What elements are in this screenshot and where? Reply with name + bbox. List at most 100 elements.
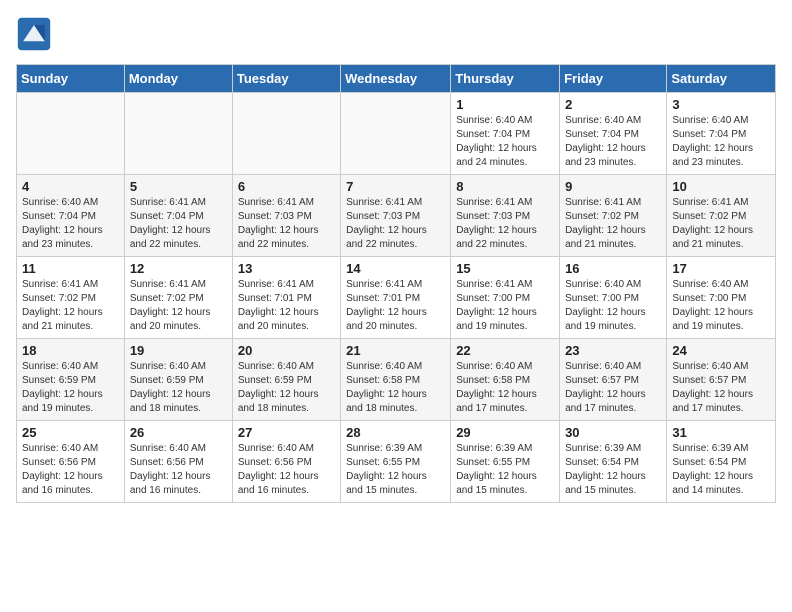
calendar-week-row: 25Sunrise: 6:40 AM Sunset: 6:56 PM Dayli… bbox=[17, 421, 776, 503]
calendar-cell: 13 Sunrise: 6:41 AM Sunset: 7:01 PM Dayli… bbox=[232, 257, 340, 339]
day-number: 29 bbox=[456, 425, 554, 440]
day-number: 7 bbox=[346, 179, 445, 194]
day-number: 30 bbox=[565, 425, 661, 440]
day-info: Sunrise: 6:41 AM Sunset: 7:02 PM Dayligh… bbox=[130, 278, 227, 334]
day-info: Sunrise: 6:40 AM Sunset: 6:56 PM Dayligh… bbox=[238, 442, 335, 498]
day-number: 18 bbox=[22, 343, 119, 358]
day-number: 20 bbox=[238, 343, 335, 358]
day-info: Sunrise: 6:41 AM Sunset: 7:03 PM Dayligh… bbox=[346, 196, 445, 252]
day-info: Sunrise: 6:40 AM Sunset: 6:56 PM Dayligh… bbox=[130, 442, 227, 498]
calendar-cell: 4 Sunrise: 6:40 AM Sunset: 7:04 PM Daylig… bbox=[17, 175, 125, 257]
day-info: Sunrise: 6:40 AM Sunset: 7:00 PM Dayligh… bbox=[565, 278, 661, 334]
calendar-cell: 31Sunrise: 6:39 AM Sunset: 6:54 PM Dayli… bbox=[667, 421, 776, 503]
calendar-cell: 9 Sunrise: 6:41 AM Sunset: 7:02 PM Daylig… bbox=[560, 175, 667, 257]
calendar-cell: 10 Sunrise: 6:41 AM Sunset: 7:02 PM Dayli… bbox=[667, 175, 776, 257]
day-info: Sunrise: 6:41 AM Sunset: 7:02 PM Dayligh… bbox=[22, 278, 119, 334]
day-info: Sunrise: 6:40 AM Sunset: 7:04 PM Dayligh… bbox=[672, 114, 770, 170]
calendar-cell: 17 Sunrise: 6:40 AM Sunset: 7:00 PM Dayli… bbox=[667, 257, 776, 339]
day-info: Sunrise: 6:41 AM Sunset: 7:03 PM Dayligh… bbox=[238, 196, 335, 252]
calendar-cell: 30 Sunrise: 6:39 AM Sunset: 6:54 PM Dayli… bbox=[560, 421, 667, 503]
calendar-cell: 24 Sunrise: 6:40 AM Sunset: 6:57 PM Dayli… bbox=[667, 339, 776, 421]
day-number: 14 bbox=[346, 261, 445, 276]
day-number: 6 bbox=[238, 179, 335, 194]
day-info: Sunrise: 6:41 AM Sunset: 7:02 PM Dayligh… bbox=[672, 196, 770, 252]
calendar-week-row: 11 Sunrise: 6:41 AM Sunset: 7:02 PM Dayli… bbox=[17, 257, 776, 339]
calendar-cell bbox=[341, 93, 451, 175]
day-info: Sunrise: 6:40 AM Sunset: 7:04 PM Dayligh… bbox=[565, 114, 661, 170]
day-number: 16 bbox=[565, 261, 661, 276]
calendar-cell bbox=[232, 93, 340, 175]
day-info: Sunrise: 6:40 AM Sunset: 7:04 PM Dayligh… bbox=[22, 196, 119, 252]
day-number: 22 bbox=[456, 343, 554, 358]
calendar-week-row: 18 Sunrise: 6:40 AM Sunset: 6:59 PM Dayli… bbox=[17, 339, 776, 421]
day-number: 23 bbox=[565, 343, 661, 358]
day-number: 17 bbox=[672, 261, 770, 276]
day-info: Sunrise: 6:40 AM Sunset: 6:59 PM Dayligh… bbox=[238, 360, 335, 416]
calendar-cell: 1Sunrise: 6:40 AM Sunset: 7:04 PM Daylig… bbox=[451, 93, 560, 175]
day-number: 2 bbox=[565, 97, 661, 112]
weekday-header-monday: Monday bbox=[124, 65, 232, 93]
calendar-cell: 27 Sunrise: 6:40 AM Sunset: 6:56 PM Dayli… bbox=[232, 421, 340, 503]
calendar-cell: 25Sunrise: 6:40 AM Sunset: 6:56 PM Dayli… bbox=[17, 421, 125, 503]
calendar-cell: 6 Sunrise: 6:41 AM Sunset: 7:03 PM Daylig… bbox=[232, 175, 340, 257]
weekday-header-wednesday: Wednesday bbox=[341, 65, 451, 93]
day-info: Sunrise: 6:39 AM Sunset: 6:54 PM Dayligh… bbox=[672, 442, 770, 498]
calendar-cell: 29 Sunrise: 6:39 AM Sunset: 6:55 PM Dayli… bbox=[451, 421, 560, 503]
day-number: 10 bbox=[672, 179, 770, 194]
calendar-week-row: 1 Sunrise: 6:40 AM Sunset: 7:04 PM Daylig… bbox=[17, 93, 776, 175]
calendar-cell: 26Sunrise: 6:40 AM Sunset: 6:56 PM Dayli… bbox=[124, 421, 232, 503]
day-info: Sunrise: 6:41 AM Sunset: 7:02 PM Dayligh… bbox=[565, 196, 661, 252]
calendar-cell: 15Sunrise: 6:41 AM Sunset: 7:00 PM Dayli… bbox=[451, 257, 560, 339]
day-info: Sunrise: 6:39 AM Sunset: 6:55 PM Dayligh… bbox=[346, 442, 445, 498]
day-info: Sunrise: 6:41 AM Sunset: 7:01 PM Dayligh… bbox=[238, 278, 335, 334]
day-number: 13 bbox=[238, 261, 335, 276]
calendar-cell: 11 Sunrise: 6:41 AM Sunset: 7:02 PM Dayli… bbox=[17, 257, 125, 339]
day-number: 5 bbox=[130, 179, 227, 194]
calendar-week-row: 4 Sunrise: 6:40 AM Sunset: 7:04 PM Daylig… bbox=[17, 175, 776, 257]
logo-icon bbox=[16, 16, 52, 52]
day-number: 11 bbox=[22, 261, 119, 276]
day-info: Sunrise: 6:39 AM Sunset: 6:55 PM Dayligh… bbox=[456, 442, 554, 498]
calendar-cell: 18 Sunrise: 6:40 AM Sunset: 6:59 PM Dayli… bbox=[17, 339, 125, 421]
logo bbox=[16, 16, 56, 52]
calendar-cell bbox=[17, 93, 125, 175]
page-header bbox=[16, 16, 776, 52]
calendar-cell: 28Sunrise: 6:39 AM Sunset: 6:55 PM Dayli… bbox=[341, 421, 451, 503]
calendar-table: SundayMondayTuesdayWednesdayThursdayFrid… bbox=[16, 64, 776, 503]
weekday-header-thursday: Thursday bbox=[451, 65, 560, 93]
calendar-cell: 22Sunrise: 6:40 AM Sunset: 6:58 PM Dayli… bbox=[451, 339, 560, 421]
calendar-cell: 5 Sunrise: 6:41 AM Sunset: 7:04 PM Daylig… bbox=[124, 175, 232, 257]
weekday-header-friday: Friday bbox=[560, 65, 667, 93]
day-number: 1 bbox=[456, 97, 554, 112]
day-number: 15 bbox=[456, 261, 554, 276]
calendar-cell: 19 Sunrise: 6:40 AM Sunset: 6:59 PM Dayli… bbox=[124, 339, 232, 421]
calendar-cell: 3 Sunrise: 6:40 AM Sunset: 7:04 PM Daylig… bbox=[667, 93, 776, 175]
day-info: Sunrise: 6:40 AM Sunset: 6:56 PM Dayligh… bbox=[22, 442, 119, 498]
calendar-cell: 16 Sunrise: 6:40 AM Sunset: 7:00 PM Dayli… bbox=[560, 257, 667, 339]
day-info: Sunrise: 6:41 AM Sunset: 7:04 PM Dayligh… bbox=[130, 196, 227, 252]
day-number: 3 bbox=[672, 97, 770, 112]
weekday-header-sunday: Sunday bbox=[17, 65, 125, 93]
day-number: 27 bbox=[238, 425, 335, 440]
day-number: 24 bbox=[672, 343, 770, 358]
weekday-header-tuesday: Tuesday bbox=[232, 65, 340, 93]
calendar-header-row: SundayMondayTuesdayWednesdayThursdayFrid… bbox=[17, 65, 776, 93]
day-info: Sunrise: 6:40 AM Sunset: 6:59 PM Dayligh… bbox=[130, 360, 227, 416]
day-info: Sunrise: 6:39 AM Sunset: 6:54 PM Dayligh… bbox=[565, 442, 661, 498]
day-info: Sunrise: 6:40 AM Sunset: 6:57 PM Dayligh… bbox=[565, 360, 661, 416]
day-info: Sunrise: 6:40 AM Sunset: 6:58 PM Dayligh… bbox=[346, 360, 445, 416]
day-info: Sunrise: 6:40 AM Sunset: 6:59 PM Dayligh… bbox=[22, 360, 119, 416]
day-info: Sunrise: 6:41 AM Sunset: 7:01 PM Dayligh… bbox=[346, 278, 445, 334]
calendar-cell: 12Sunrise: 6:41 AM Sunset: 7:02 PM Dayli… bbox=[124, 257, 232, 339]
day-info: Sunrise: 6:40 AM Sunset: 6:57 PM Dayligh… bbox=[672, 360, 770, 416]
day-number: 21 bbox=[346, 343, 445, 358]
day-number: 9 bbox=[565, 179, 661, 194]
weekday-header-saturday: Saturday bbox=[667, 65, 776, 93]
day-number: 19 bbox=[130, 343, 227, 358]
calendar-cell: 8Sunrise: 6:41 AM Sunset: 7:03 PM Daylig… bbox=[451, 175, 560, 257]
calendar-cell: 23 Sunrise: 6:40 AM Sunset: 6:57 PM Dayli… bbox=[560, 339, 667, 421]
day-info: Sunrise: 6:40 AM Sunset: 7:00 PM Dayligh… bbox=[672, 278, 770, 334]
day-number: 4 bbox=[22, 179, 119, 194]
calendar-cell: 20 Sunrise: 6:40 AM Sunset: 6:59 PM Dayli… bbox=[232, 339, 340, 421]
calendar-cell: 7 Sunrise: 6:41 AM Sunset: 7:03 PM Daylig… bbox=[341, 175, 451, 257]
